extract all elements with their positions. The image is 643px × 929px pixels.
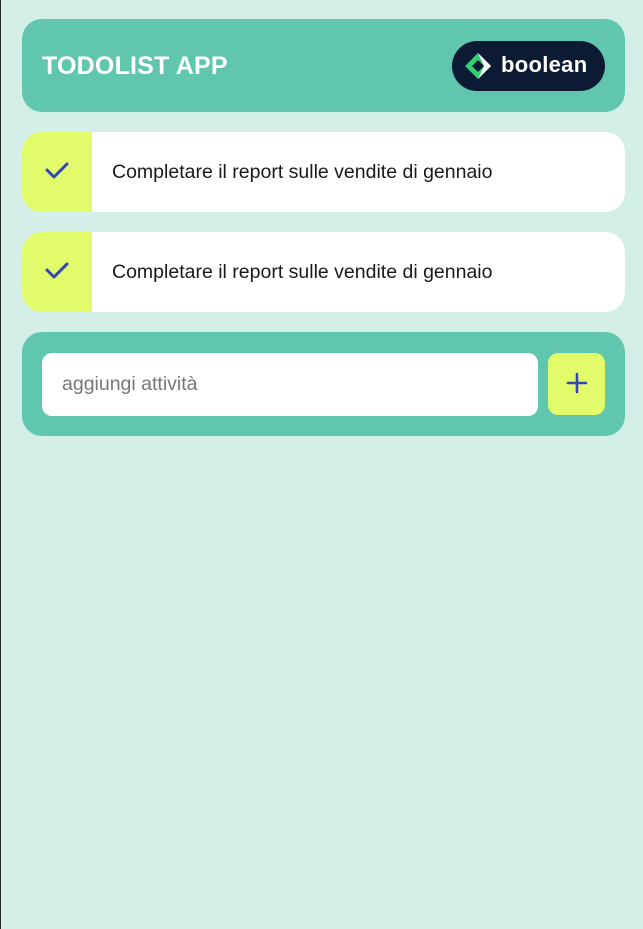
task-check-toggle[interactable] xyxy=(22,132,92,212)
task-check-toggle[interactable] xyxy=(22,232,92,312)
add-task-button[interactable] xyxy=(548,353,605,415)
task-text: Completare il report sulle vendite di ge… xyxy=(112,160,493,183)
brand-name: boolean xyxy=(501,51,588,77)
plus-icon xyxy=(566,372,588,397)
app-title: TODOLIST APP xyxy=(42,52,228,80)
add-task-panel xyxy=(22,332,625,436)
app-header: TODOLIST APP boolean xyxy=(22,19,625,112)
task-item[interactable]: Completare il report sulle vendite di ge… xyxy=(22,232,625,312)
app-container: TODOLIST APP boolean Completare il repor… xyxy=(22,19,625,436)
boolean-diamond-logo-icon xyxy=(464,52,492,80)
brand-logo: boolean xyxy=(452,40,605,91)
add-task-input[interactable] xyxy=(42,352,538,416)
check-icon xyxy=(44,260,70,285)
task-item[interactable]: Completare il report sulle vendite di ge… xyxy=(22,132,625,212)
task-text: Completare il report sulle vendite di ge… xyxy=(112,260,493,283)
check-icon xyxy=(44,160,70,185)
